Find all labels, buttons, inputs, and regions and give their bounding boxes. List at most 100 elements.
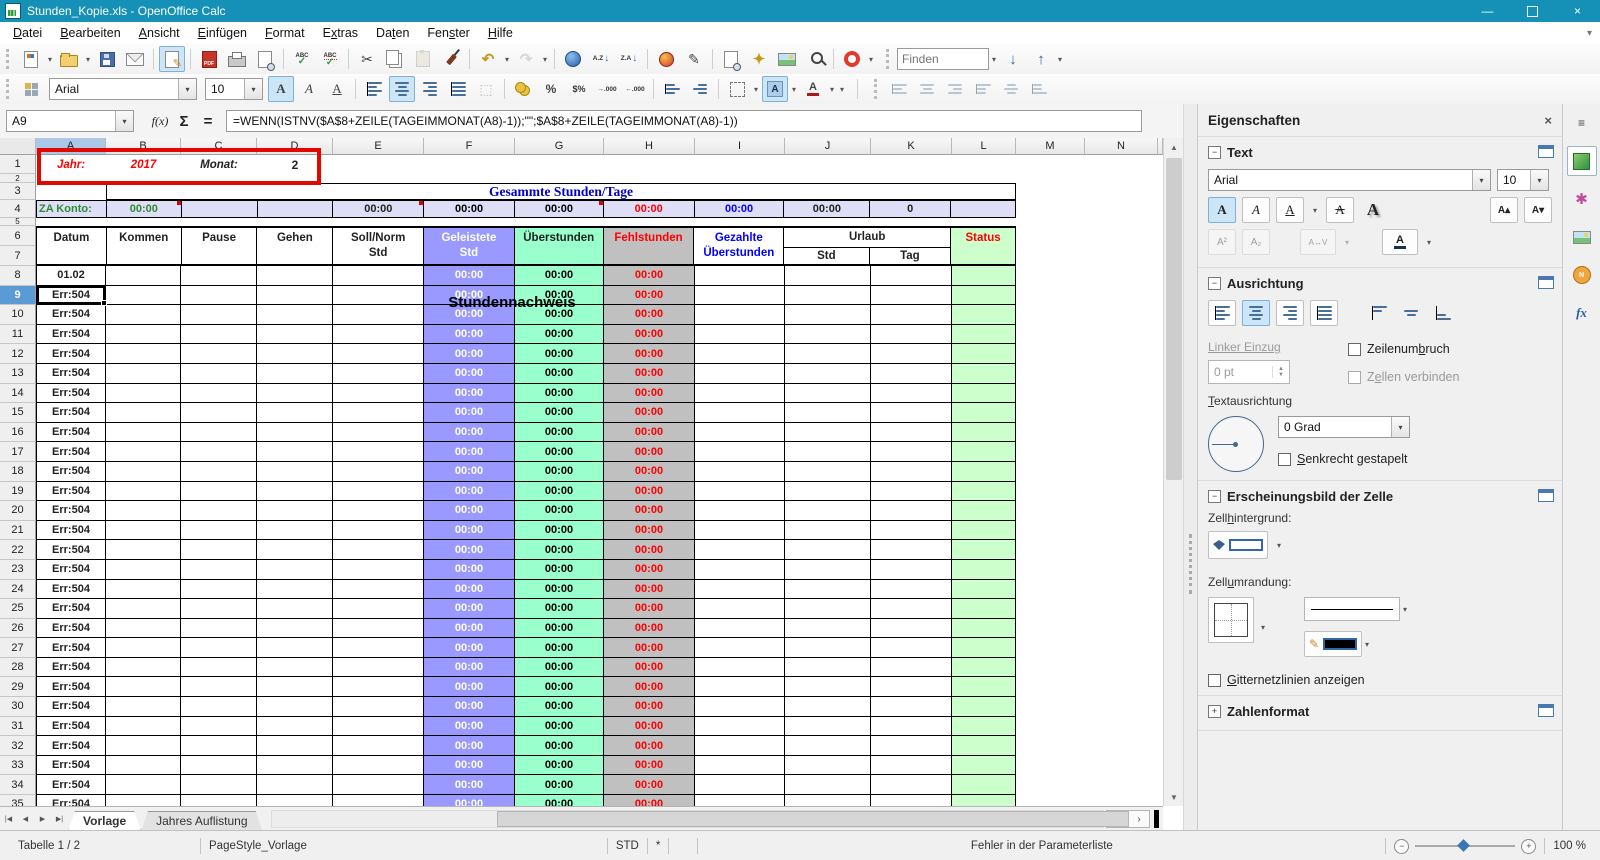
numberformat-dialog-launcher-icon[interactable] <box>1538 704 1554 717</box>
last-sheet-button[interactable]: ▶| <box>52 811 67 827</box>
open-button[interactable] <box>56 46 82 72</box>
cell-H27[interactable]: 00:00 <box>604 638 695 658</box>
cell-B27[interactable] <box>106 638 181 658</box>
zoom-slider-thumb[interactable] <box>1457 839 1471 852</box>
column-header-L[interactable]: L <box>952 138 1016 155</box>
cell-E35[interactable] <box>333 795 424 806</box>
currency-format-button[interactable] <box>510 76 536 102</box>
sidebar-tab-gallery[interactable] <box>1567 222 1597 252</box>
cell-A1[interactable]: Jahr: <box>36 155 106 174</box>
cell-N30[interactable] <box>1085 697 1158 717</box>
zoom-button[interactable] <box>802 46 828 72</box>
cell-D16[interactable] <box>257 422 333 443</box>
pane-split-handle[interactable] <box>1154 810 1159 828</box>
cell-G25[interactable]: 00:00 <box>515 599 604 619</box>
cell-K18[interactable] <box>871 461 952 482</box>
cell-K29[interactable] <box>871 677 952 698</box>
cell-H15[interactable]: 00:00 <box>604 403 695 423</box>
cell-J15[interactable] <box>785 403 871 423</box>
cell-E24[interactable] <box>333 579 424 600</box>
cell-D24[interactable] <box>257 579 333 600</box>
cell-D32[interactable] <box>257 736 333 756</box>
sidebar-char-spacing-dropdown[interactable]: ▾ <box>1342 230 1352 254</box>
cell-E27[interactable] <box>333 638 424 658</box>
cell-B32[interactable] <box>106 736 181 756</box>
cell-I10[interactable] <box>695 305 785 325</box>
align-object-middle-button[interactable] <box>998 76 1024 102</box>
row-header-21[interactable]: 21 <box>0 520 36 541</box>
name-box-arrow-icon[interactable]: ▾ <box>115 111 133 131</box>
sum-button[interactable]: Σ <box>172 110 196 132</box>
cell-F15[interactable]: 00:00 <box>424 403 515 423</box>
cell-H12[interactable]: 00:00 <box>604 344 695 364</box>
cell-L19[interactable] <box>952 481 1016 502</box>
row-header-30[interactable]: 30 <box>0 697 36 717</box>
cell-H28[interactable]: 00:00 <box>604 657 695 678</box>
cell-A34[interactable]: Err:504 <box>36 775 106 796</box>
cell-F18[interactable]: 00:00 <box>424 461 515 482</box>
cell-M24[interactable] <box>1016 579 1085 600</box>
cell-L9[interactable] <box>952 285 1016 306</box>
cell-L25[interactable] <box>952 599 1016 619</box>
cell-N22[interactable] <box>1085 540 1158 560</box>
cell-K21[interactable] <box>871 520 952 541</box>
cell-A10[interactable]: Err:504 <box>36 305 106 325</box>
help-button[interactable] <box>839 46 865 72</box>
cell-J31[interactable] <box>785 716 871 737</box>
cell-N12[interactable] <box>1085 344 1158 364</box>
cell-K27[interactable] <box>871 638 952 658</box>
cell-K8[interactable] <box>871 266 952 286</box>
cell-A28[interactable]: Err:504 <box>36 657 106 678</box>
email-button[interactable] <box>122 46 148 72</box>
wrap-text-checkbox[interactable] <box>1348 342 1361 356</box>
cell-A4[interactable]: ZA Konto: <box>37 201 107 217</box>
cell-M31[interactable] <box>1016 716 1085 737</box>
cell-L13[interactable] <box>952 363 1016 384</box>
sort-ascending-button[interactable]: A.Z ↓ <box>588 46 614 72</box>
border-preview-dropdown[interactable]: ▾ <box>1258 615 1268 639</box>
cell-I18[interactable] <box>695 461 785 482</box>
align-object-right-button[interactable] <box>942 76 968 102</box>
previous-sheet-button[interactable]: ◀ <box>18 811 33 827</box>
cell-J25[interactable] <box>785 599 871 619</box>
cell-B1[interactable]: 2017 <box>106 155 181 174</box>
font-name-arrow-icon[interactable]: ▾ <box>178 79 196 99</box>
cell-D31[interactable] <box>257 716 333 737</box>
cell-B12[interactable] <box>106 344 181 364</box>
undo-dropdown[interactable]: ▾ <box>502 47 512 71</box>
cell-B11[interactable] <box>106 324 181 345</box>
cell-F24[interactable]: 00:00 <box>424 579 515 600</box>
cell-G32[interactable]: 00:00 <box>515 736 604 756</box>
cell-A24[interactable]: Err:504 <box>36 579 106 600</box>
redo-dropdown[interactable]: ▾ <box>540 47 550 71</box>
text-dialog-launcher-icon[interactable] <box>1538 145 1554 158</box>
cell-D26[interactable] <box>257 618 333 639</box>
sidebar-strikethrough-button[interactable]: A <box>1326 197 1354 223</box>
row-header-14[interactable]: 14 <box>0 383 36 404</box>
cell-F20[interactable]: 00:00 <box>424 501 515 521</box>
row-header-6[interactable]: 6 <box>0 226 36 246</box>
sheet-tab-jahres-auflistung[interactable]: Jahres Auflistung <box>141 811 262 832</box>
styles-button[interactable] <box>18 76 44 102</box>
new-document-button[interactable] <box>18 46 44 72</box>
cell-D9[interactable] <box>257 285 333 306</box>
sidebar-font-name-combo[interactable]: Arial ▾ <box>1208 169 1491 191</box>
menu-ansicht[interactable]: Ansicht <box>130 24 189 42</box>
justify-button[interactable] <box>445 76 471 102</box>
cell-N14[interactable] <box>1085 383 1158 404</box>
cell-A30[interactable]: Err:504 <box>36 697 106 717</box>
find-input-dropdown[interactable]: ▾ <box>989 47 999 71</box>
cell-D29[interactable] <box>257 677 333 698</box>
undo-button[interactable]: ↶ <box>475 46 501 72</box>
save-button[interactable] <box>94 46 120 72</box>
borders-button[interactable] <box>724 76 750 102</box>
cell-H4[interactable]: 00:00 <box>604 201 695 217</box>
cell-N9[interactable] <box>1085 285 1158 306</box>
align-center-button[interactable] <box>389 76 415 102</box>
find-replace-button[interactable] <box>718 46 744 72</box>
cell-M29[interactable] <box>1016 677 1085 698</box>
cell-B8[interactable] <box>106 266 181 286</box>
redo-button[interactable]: ↷ <box>513 46 539 72</box>
cell-E14[interactable] <box>333 383 424 404</box>
formatting-toolbar-overflow[interactable]: ▾ <box>837 77 847 101</box>
